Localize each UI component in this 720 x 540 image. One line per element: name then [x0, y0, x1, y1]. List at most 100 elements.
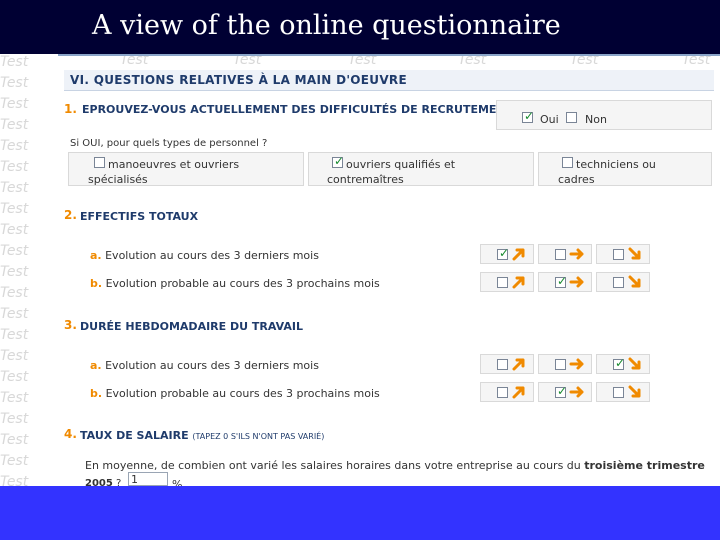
- trend-option-up[interactable]: [480, 272, 534, 292]
- checkbox-icon[interactable]: [555, 249, 566, 260]
- watermark-text: Test: [0, 306, 29, 322]
- trend-option-stable[interactable]: ✓: [538, 382, 592, 402]
- watermark-text: Test: [0, 117, 29, 133]
- checkbox-icon[interactable]: [497, 387, 508, 398]
- arrow-down-right-icon: [628, 357, 641, 370]
- checkmark-icon: ✓: [557, 274, 568, 288]
- non-checkbox[interactable]: [566, 112, 577, 123]
- trend-option-stable[interactable]: [538, 244, 592, 264]
- option-label-line1: ouvriers qualifiés et: [346, 158, 456, 171]
- followup-text: Si OUI, pour quels types de personnel ?: [70, 138, 268, 149]
- watermark-text: Test: [120, 54, 149, 68]
- question-number: 2.: [64, 208, 77, 222]
- trend-option-up[interactable]: ✓: [480, 244, 534, 264]
- option-checkbox[interactable]: [562, 157, 573, 168]
- watermark-text: Test: [0, 54, 29, 70]
- arrow-right-icon: [569, 386, 584, 398]
- checkmark-icon: ✓: [524, 109, 535, 123]
- oui-label: Oui: [540, 113, 559, 126]
- arrow-down-right-icon: [628, 247, 641, 260]
- watermark-row: Test Test Test Test Test Test: [58, 54, 720, 70]
- checkmark-icon: ✓: [334, 154, 345, 168]
- watermark-text: Test: [0, 411, 29, 427]
- question-title: TAUX DE SALAIRE (TAPEZ 0 S'ILS N'ONT PAS…: [80, 429, 325, 442]
- trend-option-down[interactable]: [596, 382, 650, 402]
- watermark-text: Test: [0, 243, 29, 259]
- watermark-text: Test: [0, 348, 29, 364]
- trend-option-up[interactable]: [480, 382, 534, 402]
- question-note: (TAPEZ 0 S'ILS N'ONT PAS VARIÉ): [192, 432, 325, 441]
- arrow-up-right-icon: [512, 276, 525, 289]
- watermark-text: Test: [0, 390, 29, 406]
- checkbox-icon[interactable]: ✓: [555, 384, 568, 398]
- slide-title: A view of the online questionnaire: [92, 10, 561, 41]
- arrow-up-right-icon: [512, 248, 525, 261]
- option-label-line1: manoeuvres et ouvriers: [108, 158, 240, 171]
- option-label-line1: techniciens ou: [576, 158, 656, 171]
- checkbox-icon[interactable]: [613, 277, 624, 288]
- checkbox-icon[interactable]: [613, 387, 624, 398]
- trend-option-down[interactable]: [596, 244, 650, 264]
- option-checkbox[interactable]: ✓: [332, 154, 345, 168]
- trend-option-down[interactable]: ✓: [596, 354, 650, 374]
- watermark-text: Test: [0, 138, 29, 154]
- watermark-text: Test: [0, 285, 29, 301]
- salary-year: 2005 ?: [85, 478, 122, 486]
- non-label: Non: [585, 113, 607, 126]
- question-number: 4.: [64, 427, 77, 441]
- arrow-right-icon: [569, 276, 584, 288]
- watermark-text: Test: [0, 432, 29, 448]
- watermark-text: Test: [233, 54, 262, 68]
- watermark-text: Test: [0, 96, 29, 112]
- row-label: a. Evolution au cours des 3 derniers moi…: [90, 249, 319, 262]
- checkbox-icon[interactable]: [555, 359, 566, 370]
- question-title: EPROUVEZ-VOUS ACTUELLEMENT DES DIFFICULT…: [82, 103, 524, 116]
- checkbox-icon[interactable]: [497, 359, 508, 370]
- option-checkbox[interactable]: [94, 157, 105, 168]
- option-label-line2: spécialisés: [88, 173, 148, 186]
- watermark-text: Test: [0, 201, 29, 217]
- checkbox-icon[interactable]: [497, 277, 508, 288]
- row-label: a. Evolution au cours des 3 derniers moi…: [90, 359, 319, 372]
- section-heading: VI. QUESTIONS RELATIVES À LA MAIN D'OEUV…: [64, 70, 714, 91]
- trend-option-stable[interactable]: ✓: [538, 272, 592, 292]
- checkbox-icon[interactable]: [613, 249, 624, 260]
- question-number: 1.: [64, 102, 77, 116]
- row-label: b. Evolution probable au cours des 3 pro…: [90, 387, 380, 400]
- watermark-text: Test: [0, 180, 29, 196]
- watermark-text: Test: [682, 54, 711, 68]
- salary-input[interactable]: [128, 472, 168, 486]
- checkmark-icon: ✓: [499, 246, 510, 260]
- checkmark-icon: ✓: [557, 384, 568, 398]
- checkbox-icon[interactable]: ✓: [497, 246, 510, 260]
- arrow-up-right-icon: [512, 386, 525, 399]
- percent-unit: %: [172, 478, 183, 486]
- watermark-text: Test: [0, 453, 29, 469]
- trend-option-down[interactable]: [596, 272, 650, 292]
- questionnaire-panel: Test Test Test Test Test Test VI. QUESTI…: [58, 54, 720, 486]
- arrow-up-right-icon: [512, 358, 525, 371]
- checkbox-icon[interactable]: ✓: [613, 356, 626, 370]
- watermark-text: Test: [458, 54, 487, 68]
- section-heading-text: VI. QUESTIONS RELATIVES À LA MAIN D'OEUV…: [70, 73, 407, 87]
- watermark-text: Test: [570, 54, 599, 68]
- watermark-text: Test: [0, 159, 29, 175]
- option-label-line2: contremaîtres: [327, 173, 404, 186]
- arrow-right-icon: [569, 248, 584, 260]
- arrow-down-right-icon: [628, 385, 641, 398]
- question-title: EFFECTIFS TOTAUX: [80, 210, 199, 223]
- trend-option-up[interactable]: [480, 354, 534, 374]
- arrow-down-right-icon: [628, 275, 641, 288]
- checkmark-icon: ✓: [615, 356, 626, 370]
- watermark-text: Test: [0, 369, 29, 385]
- row-label: b. Evolution probable au cours des 3 pro…: [90, 277, 380, 290]
- oui-checkbox[interactable]: ✓: [522, 109, 535, 123]
- bottom-band: [0, 486, 720, 540]
- checkbox-icon[interactable]: ✓: [555, 274, 568, 288]
- watermark-column: Test Test Test Test Test Test Test Test …: [0, 52, 40, 493]
- option-label-line2: cadres: [558, 173, 595, 186]
- watermark-text: Test: [0, 75, 29, 91]
- watermark-text: Test: [0, 264, 29, 280]
- trend-option-stable[interactable]: [538, 354, 592, 374]
- question-title: DURÉE HEBDOMADAIRE DU TRAVAIL: [80, 320, 304, 333]
